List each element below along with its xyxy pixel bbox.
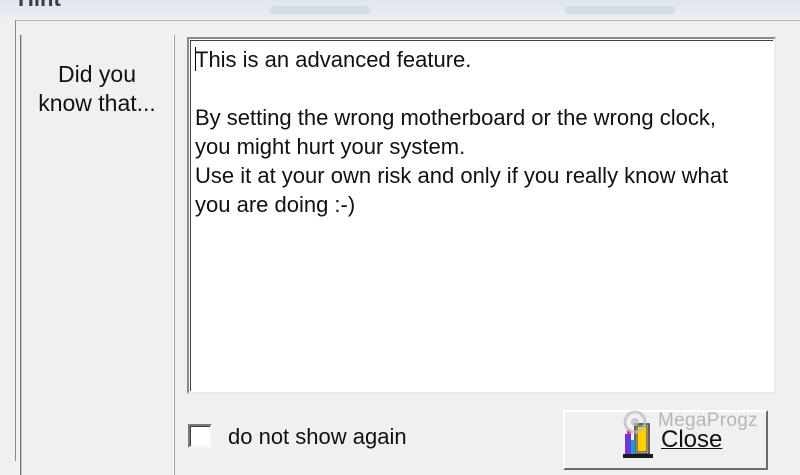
sidebar-panel: Did you know that... (20, 35, 175, 475)
watermark: MegaProgz (622, 408, 772, 436)
window-title: Hint (18, 0, 61, 12)
title-bar-decoration (270, 6, 370, 14)
title-bar: Hint (0, 0, 800, 18)
title-bar-decoration (565, 6, 675, 14)
watermark-text: MegaProgz (658, 410, 758, 431)
do-not-show-again-label[interactable]: do not show again (228, 424, 407, 450)
megaprogz-logo (623, 410, 647, 434)
hint-memo[interactable]: This is an advanced feature. By setting … (187, 37, 776, 394)
do-not-show-again-checkbox[interactable] (188, 424, 212, 448)
sidebar-heading: Did you know that... (38, 61, 156, 116)
hint-text: This is an advanced feature. By setting … (195, 47, 729, 217)
